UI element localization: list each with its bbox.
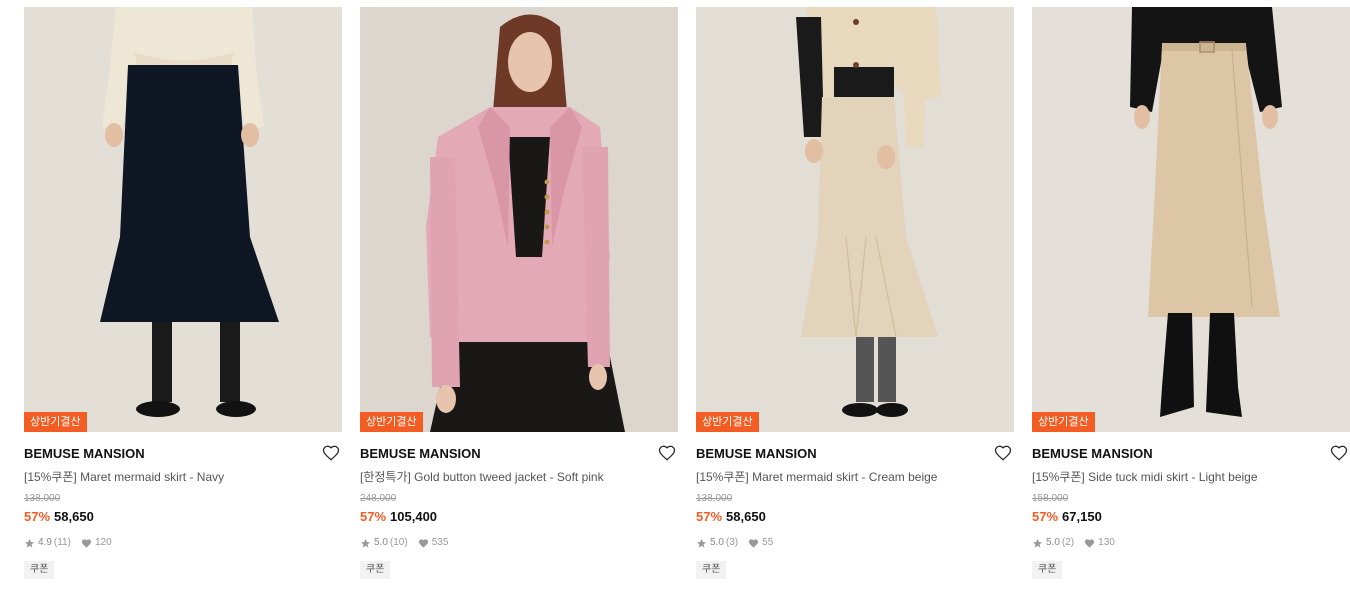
heart-filled-icon	[418, 538, 428, 548]
coupon-badge: 쿠폰	[24, 561, 55, 579]
product-photo	[360, 7, 678, 432]
product-image[interactable]: 상반기결산	[696, 7, 1014, 432]
stats-row: 4.9 (11) 120	[24, 537, 342, 549]
brand-row: BEMUSE MANSION	[696, 444, 1014, 462]
brand-row: BEMUSE MANSION	[360, 444, 678, 462]
brand-row: BEMUSE MANSION	[24, 444, 342, 462]
product-name[interactable]: [15%쿠폰] Side tuck midi skirt - Light bei…	[1032, 469, 1350, 485]
product-name[interactable]: [15%쿠폰] Maret mermaid skirt - Navy	[24, 469, 342, 485]
rating-value: 5.0	[1046, 537, 1060, 548]
sale-price: 58,650	[726, 509, 766, 524]
stats-row: 5.0 (10) 535	[360, 537, 678, 549]
product-card[interactable]: 상반기결산 BEMUSE MANSION [15%쿠폰] Side tuck m…	[1032, 7, 1350, 579]
heart-outline-icon[interactable]	[658, 444, 676, 462]
coupon-badge: 쿠폰	[696, 561, 727, 579]
original-price: 138,000	[24, 493, 61, 504]
promo-tag: 상반기결산	[360, 412, 423, 432]
star-icon	[24, 538, 35, 548]
star-icon	[360, 538, 371, 548]
review-count: (2)	[1061, 537, 1075, 548]
likes-count: 535	[431, 537, 449, 548]
promo-tag: 상반기결산	[24, 412, 87, 432]
original-price: 158,000	[1032, 493, 1069, 504]
star-icon	[696, 538, 707, 548]
product-image[interactable]: 상반기결산	[24, 7, 342, 432]
heart-outline-icon[interactable]	[1330, 444, 1348, 462]
likes-count: 120	[94, 537, 112, 548]
heart-filled-icon	[1085, 538, 1095, 548]
product-image[interactable]: 상반기결산	[360, 7, 678, 432]
product-photo	[1032, 7, 1350, 432]
review-count: (3)	[725, 537, 739, 548]
discount-rate: 57%	[1032, 509, 1059, 524]
rating-value: 5.0	[710, 537, 724, 548]
likes: 535	[418, 537, 449, 549]
price-row: 57% 58,650	[24, 509, 342, 525]
likes-count: 130	[1098, 537, 1115, 548]
likes-count: 55	[762, 537, 774, 548]
likes: 130	[1084, 537, 1115, 549]
coupon-badge: 쿠폰	[1032, 561, 1063, 579]
product-name[interactable]: [15%쿠폰] Maret mermaid skirt - Cream beig…	[696, 469, 1014, 485]
product-card[interactable]: 상반기결산 BEMUSE MANSION [한정특가] Gold button …	[360, 7, 678, 579]
discount-rate: 57%	[696, 509, 723, 524]
product-name[interactable]: [한정특가] Gold button tweed jacket - Soft p…	[360, 469, 678, 485]
original-price: 248,000	[360, 493, 397, 504]
original-price: 138,000	[696, 493, 733, 504]
brand-name[interactable]: BEMUSE MANSION	[696, 446, 1014, 462]
heart-filled-icon	[81, 538, 92, 548]
promo-tag: 상반기결산	[1032, 412, 1095, 432]
coupon-badge: 쿠폰	[360, 561, 391, 579]
sale-price: 105,400	[390, 509, 438, 524]
brand-row: BEMUSE MANSION	[1032, 444, 1350, 462]
rating-value: 4.9	[38, 537, 52, 548]
brand-name[interactable]: BEMUSE MANSION	[1032, 446, 1350, 462]
likes: 120	[81, 537, 112, 549]
stats-row: 5.0 (3) 55	[696, 537, 1014, 549]
sale-price: 67,150	[1062, 509, 1102, 524]
discount-rate: 57%	[24, 509, 51, 524]
price-row: 57% 58,650	[696, 509, 1014, 525]
brand-name[interactable]: BEMUSE MANSION	[360, 446, 678, 462]
brand-name[interactable]: BEMUSE MANSION	[24, 446, 342, 462]
product-photo	[24, 7, 342, 432]
discount-rate: 57%	[360, 509, 387, 524]
heart-filled-icon	[749, 538, 759, 548]
star-icon	[1032, 538, 1043, 548]
sale-price: 58,650	[54, 509, 94, 524]
review-count: (11)	[53, 537, 71, 548]
price-row: 57% 105,400	[360, 509, 678, 525]
product-grid: 상반기결산 BEMUSE MANSION [15%쿠폰] Maret merma…	[24, 7, 1350, 579]
product-card[interactable]: 상반기결산 BEMUSE MANSION [15%쿠폰] Maret merma…	[24, 7, 342, 579]
product-image[interactable]: 상반기결산	[1032, 7, 1350, 432]
heart-outline-icon[interactable]	[322, 444, 340, 462]
review-count: (10)	[389, 537, 408, 548]
product-card[interactable]: 상반기결산 BEMUSE MANSION [15%쿠폰] Maret merma…	[696, 7, 1014, 579]
price-row: 57% 67,150	[1032, 509, 1350, 525]
heart-outline-icon[interactable]	[994, 444, 1012, 462]
likes: 55	[748, 537, 773, 549]
product-photo	[696, 7, 1014, 432]
rating-value: 5.0	[374, 537, 388, 548]
stats-row: 5.0 (2) 130	[1032, 537, 1350, 549]
promo-tag: 상반기결산	[696, 412, 759, 432]
